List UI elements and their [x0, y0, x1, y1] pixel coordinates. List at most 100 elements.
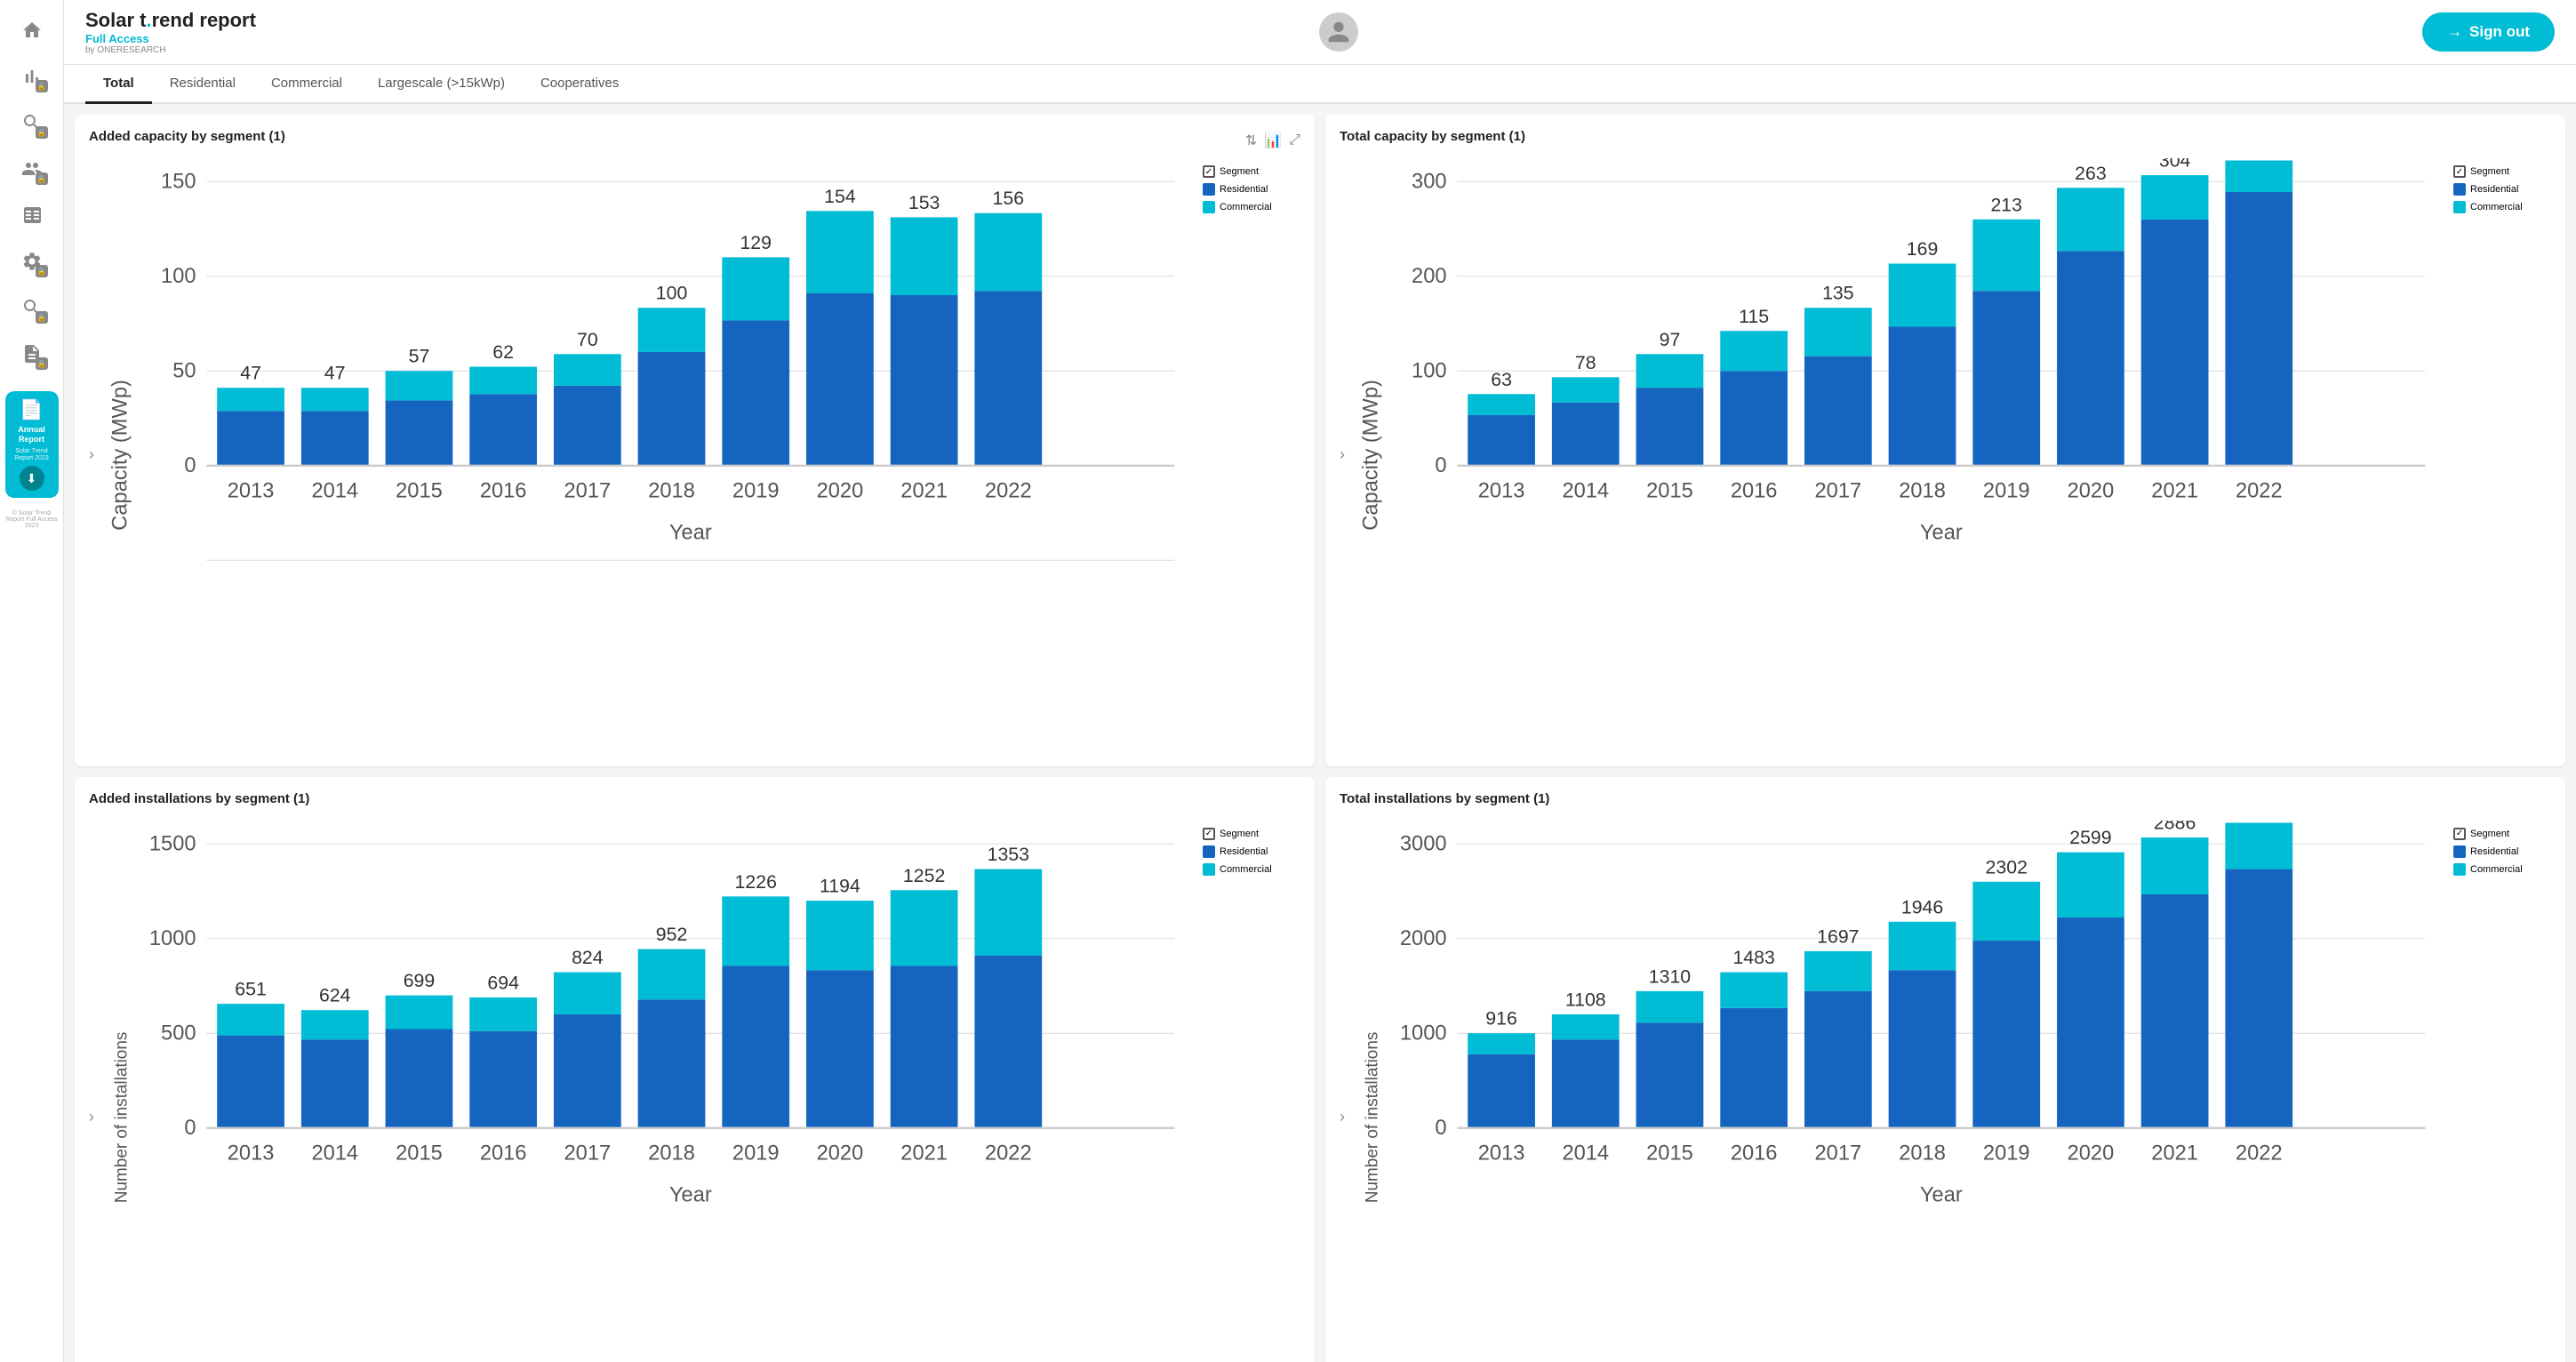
tabs-bar: Total Residential Commercial Largescale … [64, 65, 2576, 104]
svg-text:916: 916 [1485, 1008, 1517, 1030]
total-capacity-legend: ✓ Segment Residential Commercial [2453, 158, 2551, 752]
svg-text:2016: 2016 [480, 1142, 527, 1165]
legend-residential: Residential [1203, 183, 1300, 196]
svg-text:2018: 2018 [648, 1142, 695, 1165]
tab-largescale[interactable]: Largescale (>15kWp) [360, 65, 523, 104]
svg-text:2016: 2016 [1731, 479, 1778, 502]
svg-text:2013: 2013 [1478, 479, 1525, 502]
legend4-res-color [2453, 845, 2466, 858]
added-capacity-svg: Capacity (MWp) 150 100 50 0 [101, 158, 1196, 752]
svg-text:1483: 1483 [1732, 947, 1774, 968]
added-installations-chart: Number of installations 1500 1000 500 0 [101, 821, 1196, 1362]
total-capacity-card: Total capacity by segment (1) › Capacity… [1325, 115, 2565, 766]
svg-text:156: 156 [993, 188, 1025, 209]
avatar[interactable] [1319, 12, 1358, 52]
sidebar-table-icon[interactable] [12, 196, 52, 235]
added-installations-svg: Number of installations 1500 1000 500 0 [101, 821, 1196, 1362]
bar-icon[interactable]: 📊 [1264, 132, 1282, 149]
svg-text:1226: 1226 [735, 871, 777, 893]
legend4-res-label: Residential [2470, 846, 2518, 857]
svg-text:2020: 2020 [2068, 479, 2115, 502]
svg-text:2022: 2022 [2236, 1142, 2283, 1165]
svg-text:169: 169 [1907, 238, 1939, 260]
svg-text:Number of installations: Number of installations [1363, 1032, 1381, 1203]
app-byline: by ONERESEARCH [85, 45, 256, 55]
annual-report-download-button[interactable]: ⬇ [20, 466, 44, 491]
legend-residential-color [1203, 183, 1215, 196]
added-capacity-toolbar: ⇅ 📊 ⤢ [1245, 132, 1300, 149]
tab-residential[interactable]: Residential [152, 65, 253, 104]
added-installations-body: › Number of installations 1500 1000 500 … [89, 821, 1300, 1362]
sidebar-chart-icon[interactable]: 🔒 [12, 57, 52, 96]
sidebar-settings-icon[interactable]: 🔒 [12, 242, 52, 281]
svg-text:824: 824 [572, 947, 604, 968]
added-capacity-prev-btn[interactable]: › [89, 445, 94, 464]
svg-text:62: 62 [492, 341, 514, 363]
annual-report-label: Annual Report [18, 425, 45, 445]
total-capacity-title: Total capacity by segment (1) [1340, 129, 1525, 144]
svg-text:1108: 1108 [1565, 989, 1606, 1010]
svg-text:624: 624 [319, 985, 351, 1006]
svg-text:1310: 1310 [1649, 965, 1692, 987]
total-installations-svg: Number of installations 3000 2000 1000 0 [1352, 821, 2446, 1362]
expand-icon[interactable]: ⤢ [1289, 132, 1300, 148]
sidebar-people-icon[interactable]: 🔒 [12, 149, 52, 188]
svg-text:50: 50 [172, 359, 196, 382]
svg-text:Year: Year [669, 522, 712, 545]
svg-text:47: 47 [324, 363, 346, 384]
total-capacity-prev-btn[interactable]: › [1340, 445, 1345, 464]
legend4-residential: Residential [2453, 845, 2551, 858]
sidebar-search2-icon[interactable]: 🔒 [12, 288, 52, 327]
tab-total[interactable]: Total [85, 65, 152, 104]
legend-segment-label: Segment [1220, 166, 1259, 177]
app-title: Solar t.rend report [85, 9, 256, 32]
sidebar-search-icon[interactable]: 🔒 [12, 103, 52, 142]
sidebar-doc-icon[interactable]: 🔒 [12, 334, 52, 373]
total-installations-title: Total installations by segment (1) [1340, 791, 1549, 806]
legend2-res-color [2453, 183, 2466, 196]
legend2-segment-check: ✓ [2453, 165, 2466, 178]
total-capacity-header: Total capacity by segment (1) [1340, 129, 2551, 151]
sign-out-arrow-icon: → [2447, 23, 2462, 41]
svg-text:Number of installations: Number of installations [112, 1032, 131, 1203]
annual-report-badge[interactable]: 📄 Annual Report Solar Trend Report 2023 … [5, 391, 59, 498]
svg-text:154: 154 [824, 186, 856, 207]
svg-text:100: 100 [161, 265, 196, 288]
sidebar-home-icon[interactable] [12, 11, 52, 50]
svg-text:2017: 2017 [564, 1142, 612, 1165]
legend2-segment-label: Segment [2470, 166, 2509, 177]
svg-text:2019: 2019 [732, 1142, 780, 1165]
sign-out-button[interactable]: → Sign out [2422, 12, 2555, 52]
added-installations-prev-btn[interactable]: › [89, 1108, 94, 1126]
added-installations-legend: ✓ Segment Residential Commercial [1203, 821, 1300, 1362]
legend4-com-label: Commercial [2470, 864, 2523, 875]
svg-text:2020: 2020 [817, 479, 864, 502]
added-capacity-legend: ✓ Segment Residential Commercial [1203, 158, 1300, 752]
legend-residential-label: Residential [1220, 184, 1268, 195]
svg-text:Capacity (MWp): Capacity (MWp) [108, 380, 132, 531]
svg-text:2013: 2013 [228, 1142, 275, 1165]
header: Solar t.rend report Full Access by ONERE… [64, 0, 2576, 65]
svg-text:2021: 2021 [2151, 1142, 2198, 1165]
svg-text:2019: 2019 [732, 479, 780, 502]
legend4-com-color [2453, 863, 2466, 876]
svg-text:2019: 2019 [1983, 1142, 2030, 1165]
svg-text:63: 63 [1491, 369, 1512, 390]
svg-text:2017: 2017 [1815, 479, 1862, 502]
lock-badge-2: 🔒 [36, 126, 48, 139]
legend4-segment: ✓ Segment [2453, 828, 2551, 840]
tab-cooperatives[interactable]: Cooperatives [523, 65, 636, 104]
legend3-segment-check: ✓ [1203, 828, 1215, 840]
legend3-residential: Residential [1203, 845, 1300, 858]
svg-text:2022: 2022 [985, 1142, 1032, 1165]
lock-badge-4: 🔒 [36, 265, 48, 277]
copyright-text: © Solar Trend Report Full Access 2023 [0, 505, 63, 534]
sort-icon[interactable]: ⇅ [1245, 132, 1257, 149]
total-installations-prev-btn[interactable]: › [1340, 1108, 1345, 1126]
svg-text:78: 78 [1575, 352, 1596, 373]
legend-segment: ✓ Segment [1203, 165, 1300, 178]
svg-text:1000: 1000 [1400, 1021, 1447, 1045]
svg-text:2015: 2015 [396, 1142, 443, 1165]
svg-text:Year: Year [1920, 522, 1963, 545]
tab-commercial[interactable]: Commercial [253, 65, 360, 104]
